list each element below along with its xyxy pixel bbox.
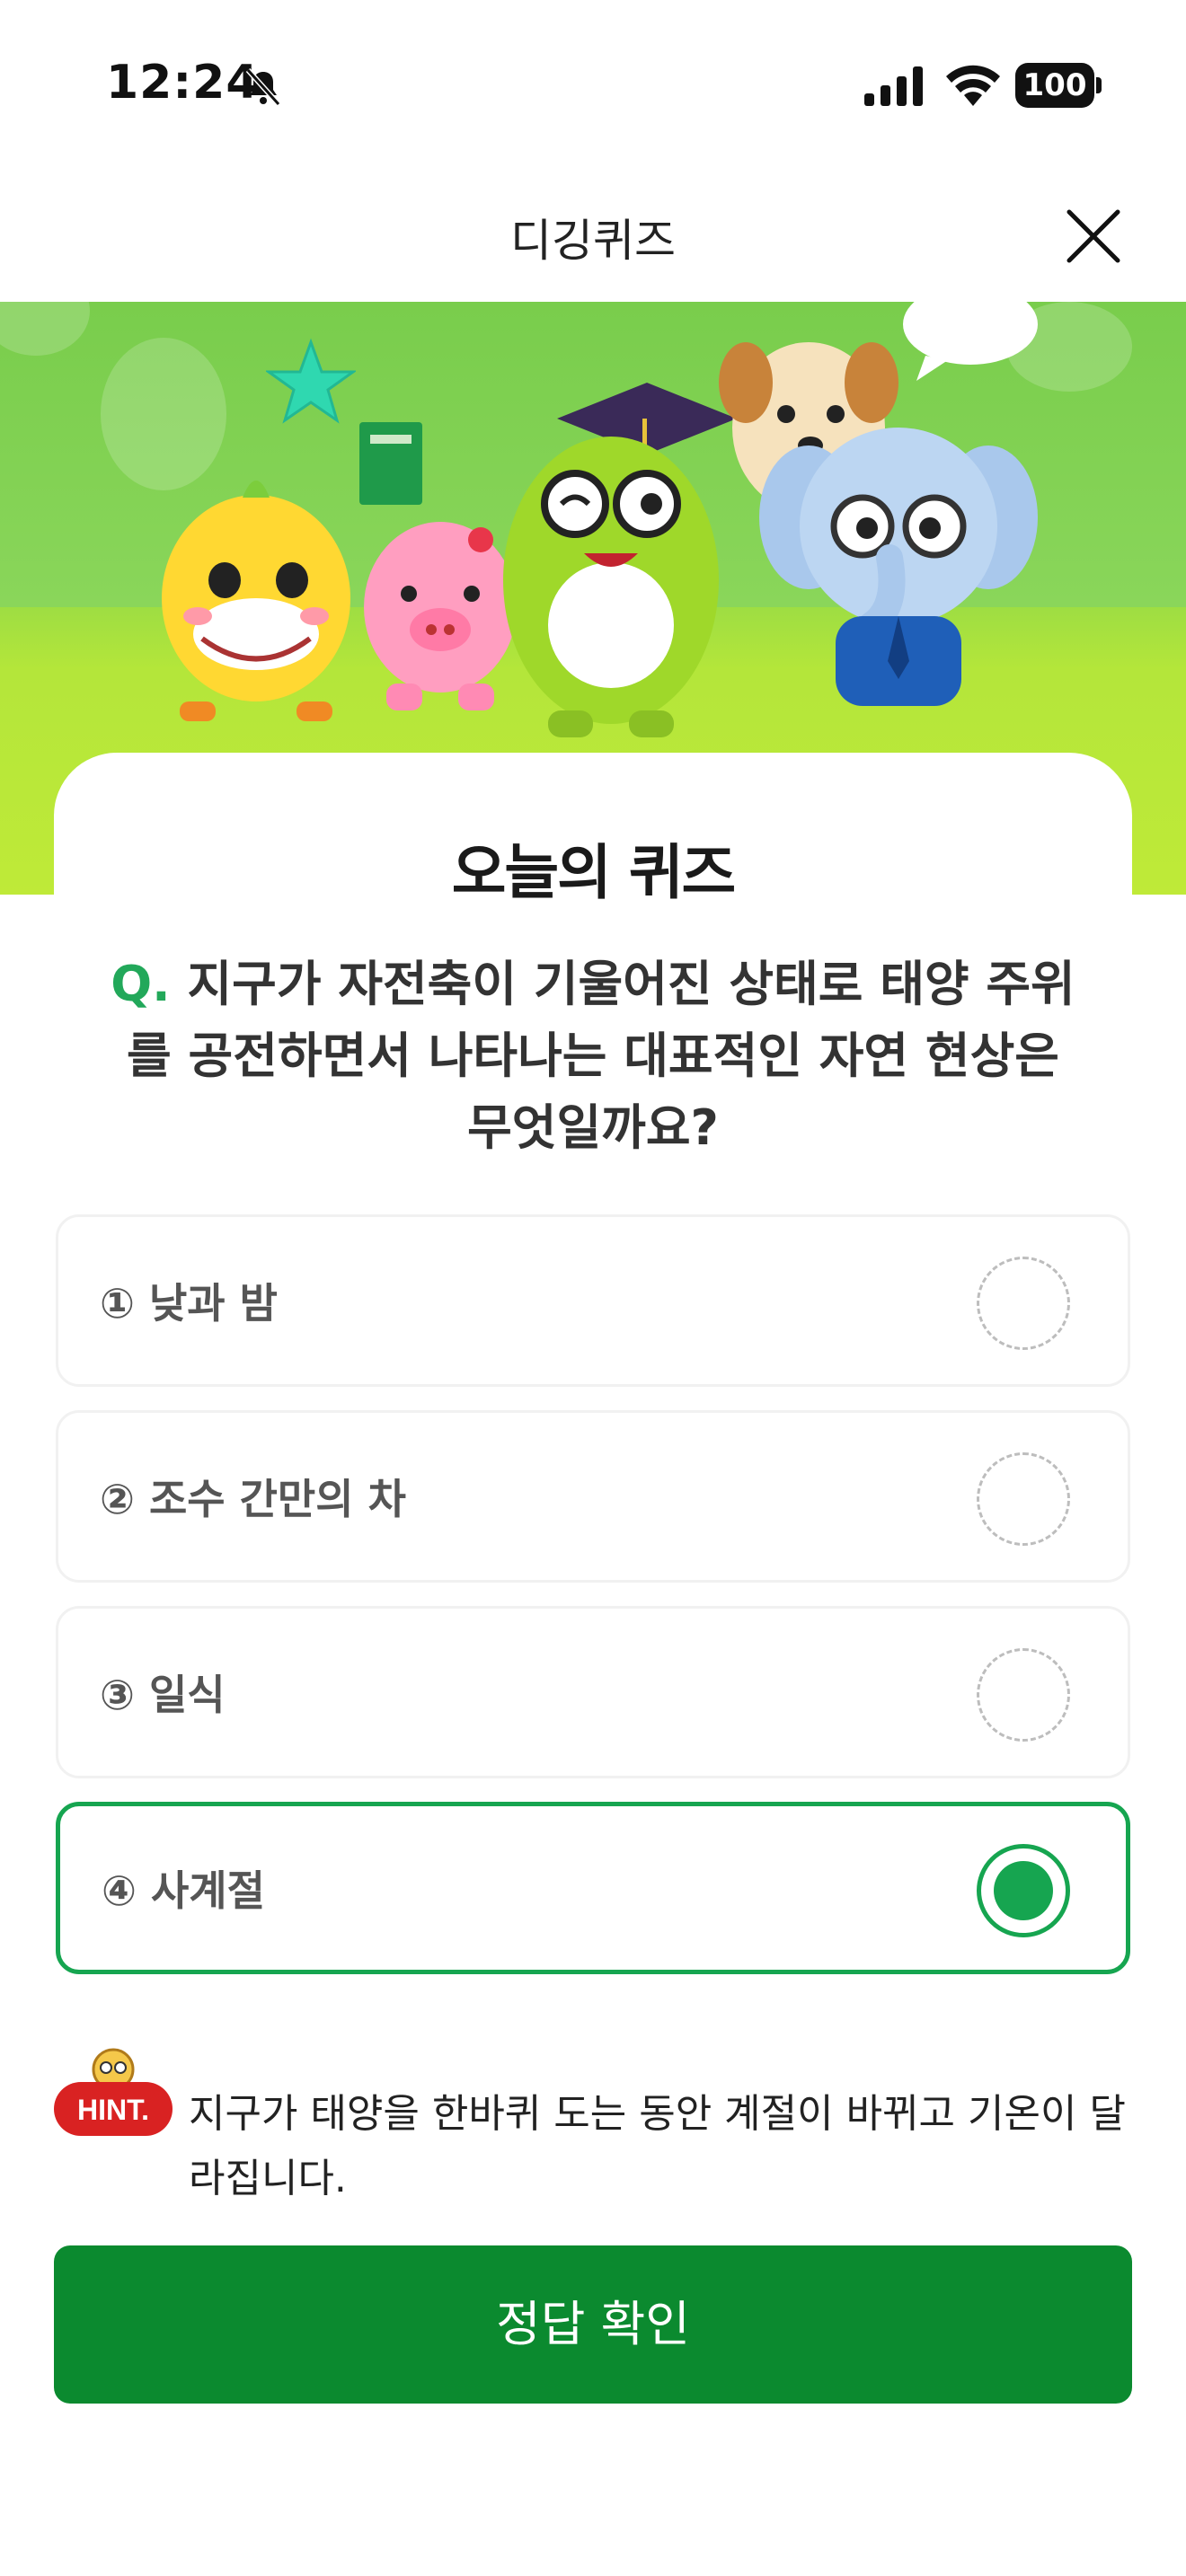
option-label: ② 조수 간만의 차 (100, 1475, 406, 1523)
duck-character (162, 481, 350, 721)
speech-bubble (903, 302, 1038, 381)
radio-unchecked-icon (977, 1257, 1070, 1350)
battery-icon: 100 (1015, 63, 1102, 108)
hint-text: 지구가 태양을 한바퀴 도는 동안 계절이 바뀌고 기온이 달라집니다. (189, 2091, 1126, 2201)
submit-answer-button[interactable]: 정답 확인 (54, 2245, 1132, 2404)
elephant-character (759, 428, 1038, 706)
question-body: 지구가 자전축이 기울어진 상태로 태양 주위를 공전하면서 나타나는 대표적인… (127, 956, 1075, 1156)
hint-icon: HINT. (54, 2048, 173, 2136)
star-icon (266, 338, 356, 424)
option-1[interactable]: ① 낮과 밤 (56, 1214, 1130, 1387)
option-2[interactable]: ② 조수 간만의 차 (56, 1410, 1130, 1583)
page-title: 디깅퀴즈 (510, 215, 676, 267)
status-bar: 12:24 100 (0, 0, 1186, 171)
question-text: Q. 지구가 자전축이 기울어진 상태로 태양 주위를 공전하면서 나타나는 대… (108, 948, 1078, 1164)
option-label: ④ 사계절 (102, 1866, 265, 1915)
status-time: 12:24 (106, 56, 260, 110)
quiz-title: 오늘의 퀴즈 (444, 825, 742, 911)
radio-checked-icon (977, 1844, 1070, 1937)
option-3[interactable]: ③ 일식 (56, 1606, 1130, 1778)
signal-icon (864, 66, 923, 106)
question-prefix: Q. (111, 956, 171, 1012)
battery-level: 100 (1015, 63, 1094, 108)
quiz-title-text: 오늘의 퀴즈 (451, 838, 737, 907)
option-label: ③ 일식 (100, 1671, 226, 1719)
green-mascot-character (503, 383, 737, 737)
quiz-title-wrap: 오늘의 퀴즈 (0, 825, 1186, 911)
wifi-icon (946, 65, 1000, 106)
radio-unchecked-icon (977, 1648, 1070, 1742)
option-4[interactable]: ④ 사계절 (56, 1802, 1130, 1974)
close-icon[interactable] (1064, 207, 1123, 266)
header: 디깅퀴즈 (0, 171, 1186, 302)
option-label: ① 낮과 밤 (100, 1279, 278, 1328)
bell-slash-icon (245, 67, 281, 107)
radio-unchecked-icon (977, 1452, 1070, 1546)
hint-badge-label: HINT. (77, 2094, 149, 2126)
